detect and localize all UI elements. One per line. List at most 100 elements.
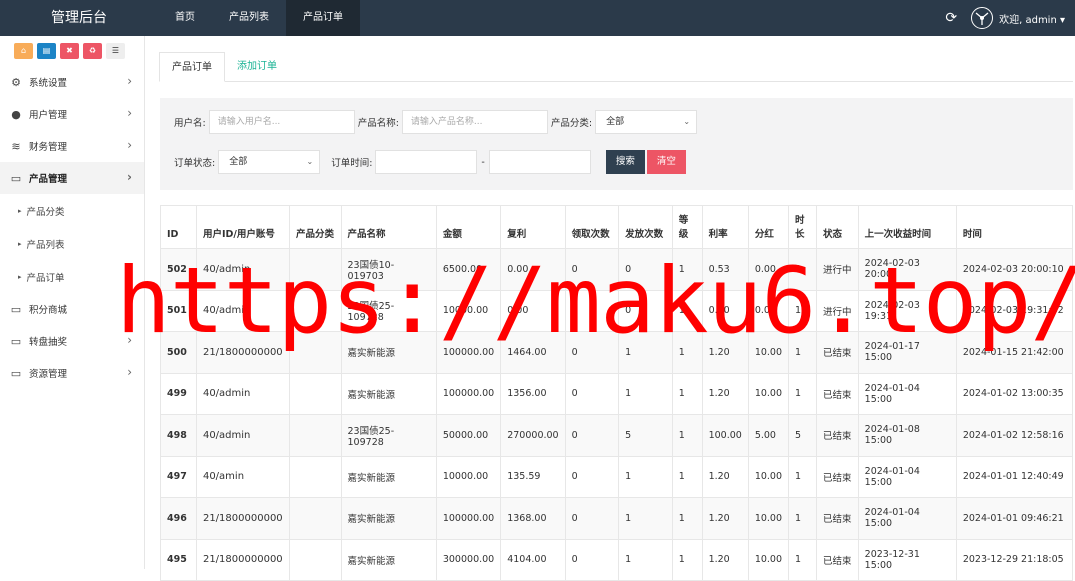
user-menu[interactable]: 欢迎, admin ▾ xyxy=(971,7,1065,29)
tab-add-order[interactable]: 添加订单 xyxy=(225,52,289,82)
sidebar-item-label: 积分商城 xyxy=(29,305,68,316)
filter-panel: 用户名: 请输入用户名... 产品名称: 请输入产品名称... 产品分类: 全部… xyxy=(160,98,1073,190)
cell-time: 2023-12-29 21:18:05 xyxy=(955,538,1074,581)
monitor-icon: ▭ xyxy=(10,334,22,348)
sidebar-item-system-settings[interactable]: ⚙ 系统设置 › xyxy=(0,66,144,98)
order-time-end-input[interactable] xyxy=(488,150,591,174)
cell-amount: 100000.00 xyxy=(435,497,502,540)
topnav-product-list[interactable]: 产品列表 xyxy=(212,0,286,36)
cell-duration: 1 xyxy=(788,455,817,498)
topnav-home[interactable]: 首页 xyxy=(158,0,212,36)
tab-product-orders[interactable]: 产品订单 xyxy=(159,52,225,82)
cell-compound: 1368.00 xyxy=(500,497,566,540)
cell-compound: 1356.00 xyxy=(500,372,566,415)
cell-category xyxy=(288,289,342,332)
topnav-product-orders[interactable]: 产品订单 xyxy=(286,0,360,36)
cell-duration: 3 xyxy=(788,248,817,291)
cell-amount: 10000.00 xyxy=(435,289,502,332)
cell-status: 已结束 xyxy=(815,331,859,374)
cell-amount: 6500.00 xyxy=(435,248,502,291)
cell-payout-count: 0 xyxy=(618,289,673,332)
cell-category xyxy=(288,497,342,540)
cell-claim-count: 0 xyxy=(564,289,620,332)
sidebar-item-finance[interactable]: ≋ 财务管理 › xyxy=(0,130,144,162)
cell-status: 已结束 xyxy=(815,538,859,581)
sidebar: ⌂ ▤ ✖ ♻ ☰ ⚙ 系统设置 › ● 用户管理 › ≋ 财务管理 › ▭ 产… xyxy=(0,36,145,569)
sidebar-subitem-product-list[interactable]: ▸ 产品列表 xyxy=(0,227,144,260)
cell-rate: 0.50 xyxy=(701,289,749,332)
refresh-icon[interactable]: ⟳ xyxy=(945,10,957,26)
sidebar-item-resources[interactable]: ▭ 资源管理 › xyxy=(0,357,144,389)
col-header-category[interactable]: 产品分类 xyxy=(288,205,342,249)
table-row: 499 40/admin 嘉实新能源 100000.00 1356.00 0 1 1 1.20 1… xyxy=(160,372,1074,415)
cell-time: 2024-01-02 13:00:35 xyxy=(955,372,1074,415)
cell-time: 2024-01-01 12:40:49 xyxy=(955,455,1074,498)
cell-duration: 1 xyxy=(788,289,817,332)
cell-rate: 1.20 xyxy=(701,331,749,374)
cell-user: 40/admin xyxy=(195,372,290,415)
cell-status: 已结束 xyxy=(815,414,859,457)
cell-claim-count: 0 xyxy=(564,331,620,374)
col-header-duration[interactable]: 时长 xyxy=(788,205,817,249)
cell-level: 1 xyxy=(671,372,703,415)
col-header-level[interactable]: 等级 xyxy=(671,205,703,249)
col-header-id[interactable]: ID xyxy=(160,205,197,249)
product-name-input[interactable]: 请输入产品名称... xyxy=(401,110,548,134)
col-header-amount[interactable]: 金额 xyxy=(435,205,502,249)
sidebar-item-points-mall[interactable]: ▭ 积分商城 › xyxy=(0,293,144,325)
col-header-user[interactable]: 用户ID/用户账号 xyxy=(195,205,290,249)
cell-product: 嘉实新能源 xyxy=(340,538,437,581)
cell-level: 1 xyxy=(671,414,703,457)
home-icon[interactable]: ⌂ xyxy=(14,43,33,59)
cell-compound: 4104.00 xyxy=(500,538,566,581)
sidebar-item-user-management[interactable]: ● 用户管理 › xyxy=(0,98,144,130)
col-header-last-income-time[interactable]: 上一次收益时间 xyxy=(857,205,957,249)
caret-right-icon: ▸ xyxy=(18,239,22,248)
welcome-text[interactable]: 欢迎, admin ▾ xyxy=(999,11,1065,26)
col-header-status[interactable]: 状态 xyxy=(815,205,859,249)
cell-level: 1 xyxy=(671,538,703,581)
col-header-compound[interactable]: 复利 xyxy=(500,205,566,249)
file-icon[interactable]: ▤ xyxy=(37,43,56,59)
cell-id: 495 xyxy=(160,538,197,581)
sidebar-item-product-management[interactable]: ▭ 产品管理 › xyxy=(0,162,144,194)
caret-right-icon: ▸ xyxy=(18,206,22,215)
col-header-product[interactable]: 产品名称 xyxy=(340,205,437,249)
cell-time: 2024-01-02 12:58:16 xyxy=(955,414,1074,457)
col-header-payout-count[interactable]: 发放次数 xyxy=(618,205,673,249)
col-header-rate[interactable]: 利率 xyxy=(701,205,749,249)
cell-status: 进行中 xyxy=(815,248,859,291)
recycle-icon[interactable]: ♻ xyxy=(83,43,102,59)
col-header-dividend[interactable]: 分红 xyxy=(747,205,790,249)
table-row: 497 40/amin 嘉实新能源 10000.00 135.59 0 1 1 1.20 10.0… xyxy=(160,455,1074,498)
cell-dividend: 10.00 xyxy=(747,331,790,374)
gear-icon: ⚙ xyxy=(11,75,21,89)
sidebar-item-lucky-wheel[interactable]: ▭ 转盘抽奖 › xyxy=(0,325,144,357)
filter-row-2: 订单状态: 全部 ⌄ 订单时间: - 搜索 清空 xyxy=(174,150,686,174)
sidebar-subitem-product-orders[interactable]: ▸ 产品订单 xyxy=(0,260,144,293)
col-header-claim-count[interactable]: 领取次数 xyxy=(564,205,620,249)
order-time-start-input[interactable] xyxy=(375,150,478,174)
caret-right-icon: ▸ xyxy=(18,272,22,281)
monitor-icon: ▭ xyxy=(10,302,22,316)
clear-button[interactable]: 清空 xyxy=(646,150,686,174)
list-icon[interactable]: ☰ xyxy=(106,43,125,59)
cell-user: 21/1800000000 xyxy=(195,331,290,374)
sidebar-item-label: 转盘抽奖 xyxy=(29,337,68,348)
cell-id: 499 xyxy=(160,372,197,415)
content-tabs: 产品订单 添加订单 xyxy=(159,52,1073,82)
order-status-select[interactable]: 全部 ⌄ xyxy=(218,150,321,174)
cell-user: 40/admin xyxy=(195,248,290,291)
cell-id: 500 xyxy=(160,331,197,374)
category-select[interactable]: 全部 ⌄ xyxy=(595,110,698,134)
cell-level: 1 xyxy=(671,455,703,498)
col-header-time[interactable]: 时间 xyxy=(955,205,1074,249)
username-input[interactable]: 请输入用户名... xyxy=(208,110,355,134)
cell-product: 嘉实新能源 xyxy=(340,372,437,415)
cell-payout-count: 1 xyxy=(618,331,673,374)
search-button[interactable]: 搜索 xyxy=(605,150,645,174)
sidebar-subitem-product-category[interactable]: ▸ 产品分类 xyxy=(0,194,144,227)
trash-icon[interactable]: ✖ xyxy=(60,43,79,59)
cell-dividend: 10.00 xyxy=(747,372,790,415)
cell-category xyxy=(288,455,342,498)
